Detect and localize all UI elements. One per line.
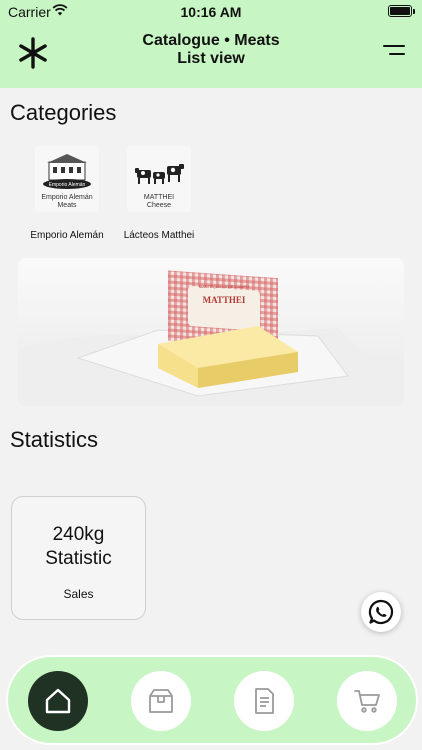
tab-products[interactable]: [131, 671, 191, 731]
butter-product-image: MATTHEI MANTEQUILLA DE CAMPO: [18, 270, 404, 406]
emporio-logo-text: Emporio Alemán: [49, 182, 86, 188]
clock: 10:16 AM: [180, 4, 242, 20]
category-item-emporio[interactable]: Emporio Alemán Emporio Alemán Meats Empo…: [30, 146, 104, 241]
thumb-caption-line1: MATTHEI: [143, 194, 175, 201]
cart-icon: [354, 690, 380, 713]
page-title-line1: Catalogue • Meats: [142, 32, 280, 49]
category-label: Lácteos Matthei: [123, 230, 195, 241]
whatsapp-button[interactable]: [361, 592, 401, 632]
package-top-text: MANTEQUILLA DE CAMPO: [199, 284, 249, 289]
categories-title: Categories: [10, 100, 117, 125]
thumb-caption-line2: Cheese: [146, 202, 172, 209]
document-icon: [255, 688, 274, 714]
thumb-caption-line2: Meats: [57, 202, 77, 209]
statistics-title: Statistics: [10, 427, 99, 452]
box-icon: [149, 689, 173, 713]
menu-icon[interactable]: [382, 40, 406, 60]
statistic-card[interactable]: 240kg Statistic Sales: [11, 496, 146, 620]
app-header: Catalogue • Meats List view: [0, 24, 422, 88]
statistic-value: 240kg: [52, 524, 105, 545]
category-thumbnail-caption: Emporio Alemán Meats: [35, 194, 99, 210]
tab-cart[interactable]: [337, 671, 397, 731]
thumb-caption-line1: Emporio Alemán: [41, 194, 93, 201]
category-label: Emporio Alemán: [30, 230, 104, 241]
statistic-caption: Statistic: [45, 548, 112, 569]
promo-banner-image[interactable]: MATTHEI MANTEQUILLA DE CAMPO: [18, 258, 404, 406]
category-thumbnail: Emporio Alemán Emporio Alemán Meats: [35, 146, 99, 212]
home-icon: [45, 688, 71, 714]
whatsapp-icon: [368, 599, 394, 625]
battery-tip: [413, 9, 415, 14]
package-brand-text: MATTHEI: [203, 295, 246, 305]
category-thumbnail-caption: MATTHEI Cheese: [127, 194, 191, 210]
statistic-label: Sales: [63, 587, 94, 601]
page-title: Catalogue • Meats List view: [90, 32, 332, 68]
page-title-line2: List view: [177, 50, 245, 67]
status-bar: Carrier 10:16 AM: [0, 0, 422, 24]
tab-orders[interactable]: [234, 671, 294, 731]
emporio-logo-icon: Emporio Alemán: [43, 154, 91, 189]
cows-logo-icon: [135, 164, 184, 184]
category-item-matthei[interactable]: MATTHEI Cheese Lácteos Matthei: [122, 146, 196, 241]
tab-home[interactable]: [28, 671, 88, 731]
asterisk-logo-icon[interactable]: [16, 36, 50, 70]
bottom-tab-bar: [6, 655, 418, 745]
category-thumbnail: MATTHEI Cheese: [127, 146, 191, 212]
battery-icon: [388, 5, 412, 17]
